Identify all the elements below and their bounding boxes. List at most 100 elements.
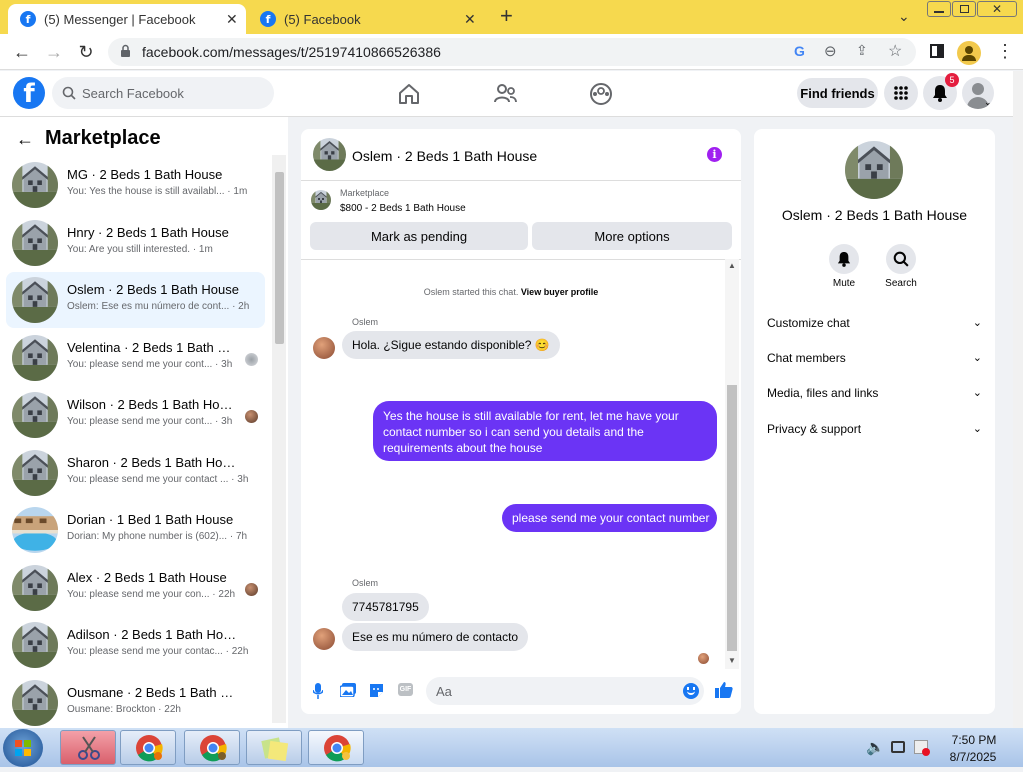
find-friends-button[interactable]: Find friends (797, 78, 878, 108)
listing-title[interactable]: $800 - 2 Beds 1 Bath House (340, 203, 466, 214)
mute-label: Mute (832, 278, 856, 289)
conversation-item[interactable]: Hnry · 2 Beds 1 Bath House You: Are you s… (6, 215, 265, 271)
more-options-button[interactable]: More options (532, 222, 732, 250)
restore-button[interactable] (952, 1, 976, 17)
conversation-item[interactable]: Wilson · 2 Beds 1 Bath House You: please … (6, 387, 265, 443)
mark-as-pending-button[interactable]: Mark as pending (310, 222, 528, 250)
omnibox[interactable]: facebook.com/messages/t/2519741086652638… (108, 38, 916, 66)
tab-facebook[interactable]: f (5) Facebook ✕ (248, 4, 486, 34)
media-files-links-item[interactable]: Media, files and links ⌄ (767, 386, 982, 400)
chat-scroll-thumb[interactable] (727, 385, 737, 651)
search-input[interactable]: Search Facebook (52, 77, 274, 109)
mute-button[interactable] (829, 244, 859, 274)
view-buyer-profile-link[interactable]: View buyer profile (521, 287, 598, 297)
conversation-item[interactable]: Sharon · 2 Beds 1 Bath House You: please … (6, 445, 265, 501)
volume-icon[interactable]: 🔈 (866, 738, 885, 756)
customize-chat-item[interactable]: Customize chat ⌄ (767, 316, 982, 330)
message-bubble-outgoing[interactable]: please send me your contact number (502, 504, 717, 532)
bookmark-star-icon[interactable]: ☆ (888, 41, 902, 61)
conversation-item[interactable]: Oslem · 2 Beds 1 Bath House Oslem: Ese es… (6, 272, 265, 328)
conversation-thumbnail (12, 622, 58, 668)
forward-icon[interactable]: → (42, 40, 66, 64)
clock-time[interactable]: 7:50 PM (944, 733, 1004, 747)
chrome-active-app[interactable] (308, 730, 364, 765)
privacy-support-item[interactable]: Privacy & support ⌄ (767, 422, 982, 436)
windows-logo-icon (15, 740, 31, 756)
sender-avatar[interactable] (313, 628, 335, 650)
search-conversation-button[interactable] (886, 244, 916, 274)
photo-icon[interactable] (340, 683, 356, 697)
chrome-app[interactable] (120, 730, 176, 765)
clock-date[interactable]: 8/7/2025 (940, 750, 1006, 764)
menu-grid-button[interactable] (884, 76, 918, 110)
account-chevron-icon[interactable]: ⌄ (984, 97, 992, 108)
scroll-up-icon[interactable]: ▲ (728, 261, 736, 270)
close-tab-icon[interactable]: ✕ (226, 11, 238, 28)
profile-icon[interactable] (957, 41, 981, 65)
details-avatar[interactable] (845, 141, 903, 199)
thumbs-up-icon[interactable] (715, 681, 733, 699)
snipping-tool-app[interactable] (60, 730, 116, 765)
conversation-preview: Dorian: My phone number is (602)... · 7h (67, 531, 248, 542)
friends-icon[interactable] (492, 81, 518, 107)
listing-thumbnail[interactable] (311, 190, 331, 210)
message-bubble-incoming[interactable]: 7745781795 (342, 593, 429, 621)
chat-members-item[interactable]: Chat members ⌄ (767, 351, 982, 365)
sticker-icon[interactable] (369, 683, 384, 698)
sidepanel-icon[interactable] (930, 44, 944, 58)
chevron-down-icon: ⌄ (972, 317, 982, 329)
minimize-button[interactable] (927, 1, 951, 17)
conversation-item[interactable]: MG · 2 Beds 1 Bath House You: Yes the hou… (6, 157, 265, 213)
conversation-item[interactable]: Velentina · 2 Beds 1 Bath Ho... You: plea… (6, 330, 265, 386)
chrome-profile-app[interactable] (184, 730, 240, 765)
conversation-item[interactable]: Dorian · 1 Bed 1 Bath House Dorian: My ph… (6, 502, 265, 558)
emoji-icon[interactable] (683, 683, 699, 699)
start-button[interactable] (3, 729, 43, 767)
zoom-icon[interactable]: ⊖ (824, 42, 837, 60)
sidebar-scroll-thumb[interactable] (275, 172, 284, 344)
conversation-thumbnail (12, 334, 58, 381)
chat-avatar[interactable] (313, 138, 346, 171)
back-icon[interactable]: ← (10, 40, 34, 64)
facebook-favicon-icon: f (20, 11, 36, 27)
google-icon[interactable]: G (794, 43, 805, 59)
action-center-flag-icon[interactable] (914, 740, 930, 756)
facebook-header: f Search Facebook Find friends 5 ⌄ (0, 71, 1013, 117)
scroll-down-icon[interactable]: ▼ (728, 656, 736, 665)
reload-icon[interactable]: ↻ (74, 40, 98, 64)
conversation-item[interactable]: Alex · 2 Beds 1 Bath House You: please se… (6, 560, 265, 616)
facebook-logo-text: f (23, 79, 35, 109)
message-bubble-incoming[interactable]: Hola. ¿Sigue estando disponible? 😊 (342, 331, 560, 359)
message-bubble-incoming[interactable]: Ese es mu número de contacto (342, 623, 529, 651)
share-icon[interactable]: ⇪ (856, 42, 868, 59)
groups-icon[interactable] (588, 81, 614, 107)
back-arrow-icon[interactable]: ← (16, 129, 34, 150)
chrome-icon (136, 735, 163, 762)
facebook-logo[interactable]: f (13, 77, 45, 109)
sticky-notes-app[interactable] (246, 730, 302, 765)
network-icon[interactable] (891, 741, 905, 753)
conversation-thumbnail (12, 507, 58, 553)
conversation-item[interactable]: Adilson · 2 Beds 1 Bath House You: please… (6, 617, 265, 673)
message-input[interactable]: Aa (426, 677, 704, 705)
tab-messenger[interactable]: f (5) Messenger | Facebook ✕ (8, 4, 246, 34)
page-scrollbar[interactable] (1013, 71, 1023, 728)
close-tab-icon[interactable]: ✕ (464, 11, 476, 28)
info-icon[interactable]: i (707, 147, 722, 162)
conversation-preview: You: Yes the house is still availabl... … (67, 186, 248, 197)
close-window-button[interactable]: ✕ (977, 1, 1017, 17)
search-icon (62, 86, 76, 100)
browser-menu-icon[interactable]: ⋮ (996, 41, 1014, 62)
home-icon[interactable] (396, 81, 422, 107)
chat-title[interactable]: Oslem · 2 Beds 1 Bath House (352, 148, 537, 164)
sender-avatar[interactable] (313, 337, 335, 359)
new-tab-button[interactable]: + (500, 3, 513, 29)
url-text[interactable]: facebook.com/messages/t/2519741086652638… (142, 44, 441, 60)
facebook-favicon-icon: f (260, 11, 276, 27)
conversation-item[interactable]: Ousmane · 2 Beds 1 Bath House Ousmane: Br… (6, 675, 265, 731)
gif-icon[interactable]: GIF (398, 683, 413, 696)
conversation-thumbnail (12, 679, 58, 726)
message-bubble-outgoing[interactable]: Yes the house is still available for ren… (373, 401, 717, 461)
microphone-icon[interactable] (313, 683, 323, 699)
tab-search-chevron-icon[interactable]: ⌄ (898, 8, 910, 25)
